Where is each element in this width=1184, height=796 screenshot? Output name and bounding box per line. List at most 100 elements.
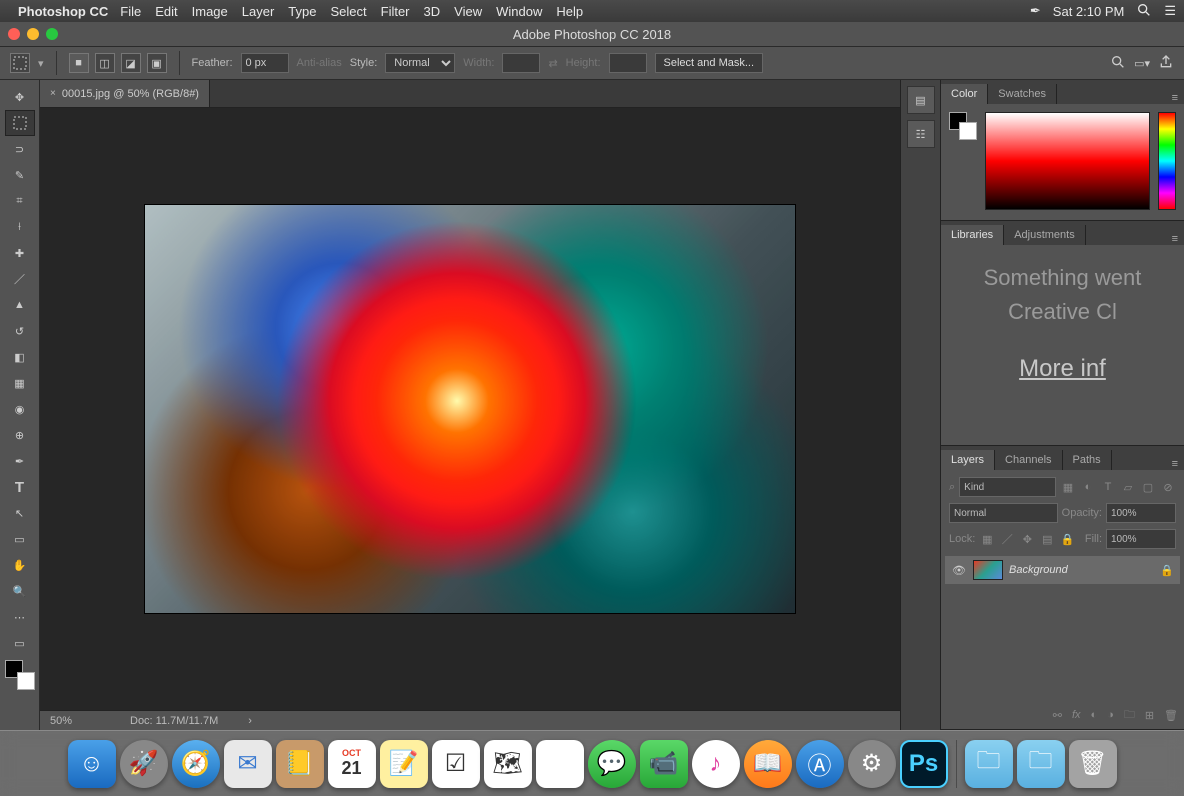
fx-icon[interactable]: fx <box>1072 709 1081 721</box>
marquee-tool[interactable] <box>5 110 35 136</box>
hand-tool[interactable]: ✋ <box>5 552 35 578</box>
lock-trans-icon[interactable]: ▦ <box>979 531 995 547</box>
dock-reminders[interactable]: ☑ <box>432 740 480 788</box>
dock-itunes[interactable]: ♪ <box>692 740 740 788</box>
search-icon[interactable] <box>1110 54 1126 73</box>
panel-background-color[interactable] <box>959 122 977 140</box>
tab-paths[interactable]: Paths <box>1063 450 1112 470</box>
mask-icon[interactable]: ◐ <box>1091 709 1098 721</box>
dock-folder-1[interactable]: 🗀 <box>965 740 1013 788</box>
intersect-selection-icon[interactable]: ▣ <box>147 53 167 73</box>
dock-sysprefs[interactable]: ⚙ <box>848 740 896 788</box>
delete-icon[interactable]: 🗑 <box>1164 709 1178 722</box>
quick-select-tool[interactable]: ✎ <box>5 162 35 188</box>
current-tool-icon[interactable] <box>10 53 30 73</box>
dock-folder-2[interactable]: 🗀 <box>1017 740 1065 788</box>
select-and-mask-button[interactable]: Select and Mask... <box>655 53 764 73</box>
clock[interactable]: Sat 2:10 PM <box>1053 4 1125 19</box>
lock-pos-icon[interactable]: ✥ <box>1019 531 1035 547</box>
script-icon[interactable]: ✒ <box>1030 3 1041 19</box>
dock-photos[interactable]: ✿ <box>536 740 584 788</box>
canvas-viewport[interactable] <box>40 108 900 710</box>
tab-libraries[interactable]: Libraries <box>941 225 1004 245</box>
style-select[interactable]: Normal <box>385 53 455 73</box>
menu-layer[interactable]: Layer <box>242 4 275 19</box>
hue-slider[interactable] <box>1158 112 1176 210</box>
lock-all-icon[interactable]: 🔒 <box>1059 531 1075 547</box>
eraser-tool[interactable]: ◧ <box>5 344 35 370</box>
dock-notes[interactable]: 📝 <box>380 740 428 788</box>
dock-facetime[interactable]: 📹 <box>640 740 688 788</box>
background-color[interactable] <box>17 672 35 690</box>
menu-view[interactable]: View <box>454 4 482 19</box>
dock-launchpad[interactable]: 🚀 <box>120 740 168 788</box>
tool-chevron-icon[interactable]: ▾ <box>38 57 44 70</box>
dock-mail[interactable]: ✉ <box>224 740 272 788</box>
dock-safari[interactable]: 🧭 <box>172 740 220 788</box>
close-button[interactable] <box>8 28 20 40</box>
dock-contacts[interactable]: 📒 <box>276 740 324 788</box>
menu-file[interactable]: File <box>120 4 141 19</box>
link-layers-icon[interactable]: ⚯ <box>1053 709 1062 722</box>
menu-icon[interactable]: ☰ <box>1164 3 1176 19</box>
tab-color[interactable]: Color <box>941 84 988 104</box>
dock-trash[interactable]: 🗑 <box>1069 740 1117 788</box>
color-field[interactable] <box>985 112 1150 210</box>
filter-adjust-icon[interactable]: ◐ <box>1080 479 1096 495</box>
document-tab[interactable]: × 00015.jpg @ 50% (RGB/8#) <box>40 80 210 107</box>
menu-select[interactable]: Select <box>330 4 366 19</box>
move-tool[interactable]: ✥ <box>5 84 35 110</box>
color-fgbg[interactable] <box>949 112 977 140</box>
menu-3d[interactable]: 3D <box>424 4 441 19</box>
dock-photoshop[interactable]: Ps <box>900 740 948 788</box>
zoom-button[interactable] <box>46 28 58 40</box>
share-icon[interactable] <box>1158 54 1174 73</box>
tab-channels[interactable]: Channels <box>995 450 1062 470</box>
new-layer-icon[interactable]: ⊞ <box>1145 709 1154 722</box>
pen-tool[interactable]: ✒ <box>5 448 35 474</box>
filter-smart-icon[interactable]: ▢ <box>1140 479 1156 495</box>
lock-pixel-icon[interactable]: ／ <box>999 531 1015 547</box>
more-info-link[interactable]: More inf <box>951 355 1174 383</box>
zoom-level[interactable]: 50% <box>50 715 100 727</box>
type-tool[interactable]: T <box>5 474 35 500</box>
healing-tool[interactable]: ✚ <box>5 240 35 266</box>
layer-thumbnail[interactable] <box>973 560 1003 580</box>
layer-lock-icon[interactable]: 🔒 <box>1160 564 1174 577</box>
feather-input[interactable] <box>241 53 289 73</box>
tab-layers[interactable]: Layers <box>941 450 995 470</box>
filter-kind-select[interactable]: Kind <box>959 477 1056 497</box>
filter-pixel-icon[interactable]: ▦ <box>1060 479 1076 495</box>
screen-mode-icon[interactable]: ▭ <box>5 630 35 656</box>
panel-menu-icon[interactable]: ≡ <box>1172 92 1178 104</box>
close-tab-icon[interactable]: × <box>50 88 56 99</box>
more-tools[interactable]: ⋯ <box>5 604 35 630</box>
filter-type-icon[interactable]: T <box>1100 479 1116 495</box>
menu-edit[interactable]: Edit <box>155 4 177 19</box>
menu-type[interactable]: Type <box>288 4 316 19</box>
tab-swatches[interactable]: Swatches <box>988 84 1057 104</box>
add-selection-icon[interactable]: ◫ <box>95 53 115 73</box>
visibility-icon[interactable]: 👁 <box>951 564 967 577</box>
opacity-input[interactable]: 100% <box>1106 503 1176 523</box>
menu-image[interactable]: Image <box>192 4 228 19</box>
dodge-tool[interactable]: ⊕ <box>5 422 35 448</box>
filter-toggle-icon[interactable]: ⊘ <box>1160 479 1176 495</box>
doc-size[interactable]: Doc: 11.7M/11.7M <box>130 715 218 727</box>
brush-tool[interactable]: ／ <box>5 266 35 292</box>
subtract-selection-icon[interactable]: ◪ <box>121 53 141 73</box>
panel-menu-icon[interactable]: ≡ <box>1172 233 1178 245</box>
eyedropper-tool[interactable]: ⟊ <box>5 214 35 240</box>
app-menu[interactable]: Photoshop CC <box>18 4 108 19</box>
tab-adjustments[interactable]: Adjustments <box>1004 225 1086 245</box>
menu-window[interactable]: Window <box>496 4 542 19</box>
group-icon[interactable]: 🗀 <box>1124 706 1135 725</box>
properties-panel-icon[interactable]: ☷ <box>907 120 935 148</box>
spotlight-icon[interactable] <box>1136 2 1152 21</box>
history-brush-tool[interactable]: ↺ <box>5 318 35 344</box>
zoom-tool[interactable]: 🔍 <box>5 578 35 604</box>
history-panel-icon[interactable]: ▤ <box>907 86 935 114</box>
layer-name[interactable]: Background <box>1009 564 1154 576</box>
stamp-tool[interactable]: ▲ <box>5 292 35 318</box>
fill-input[interactable]: 100% <box>1106 529 1176 549</box>
